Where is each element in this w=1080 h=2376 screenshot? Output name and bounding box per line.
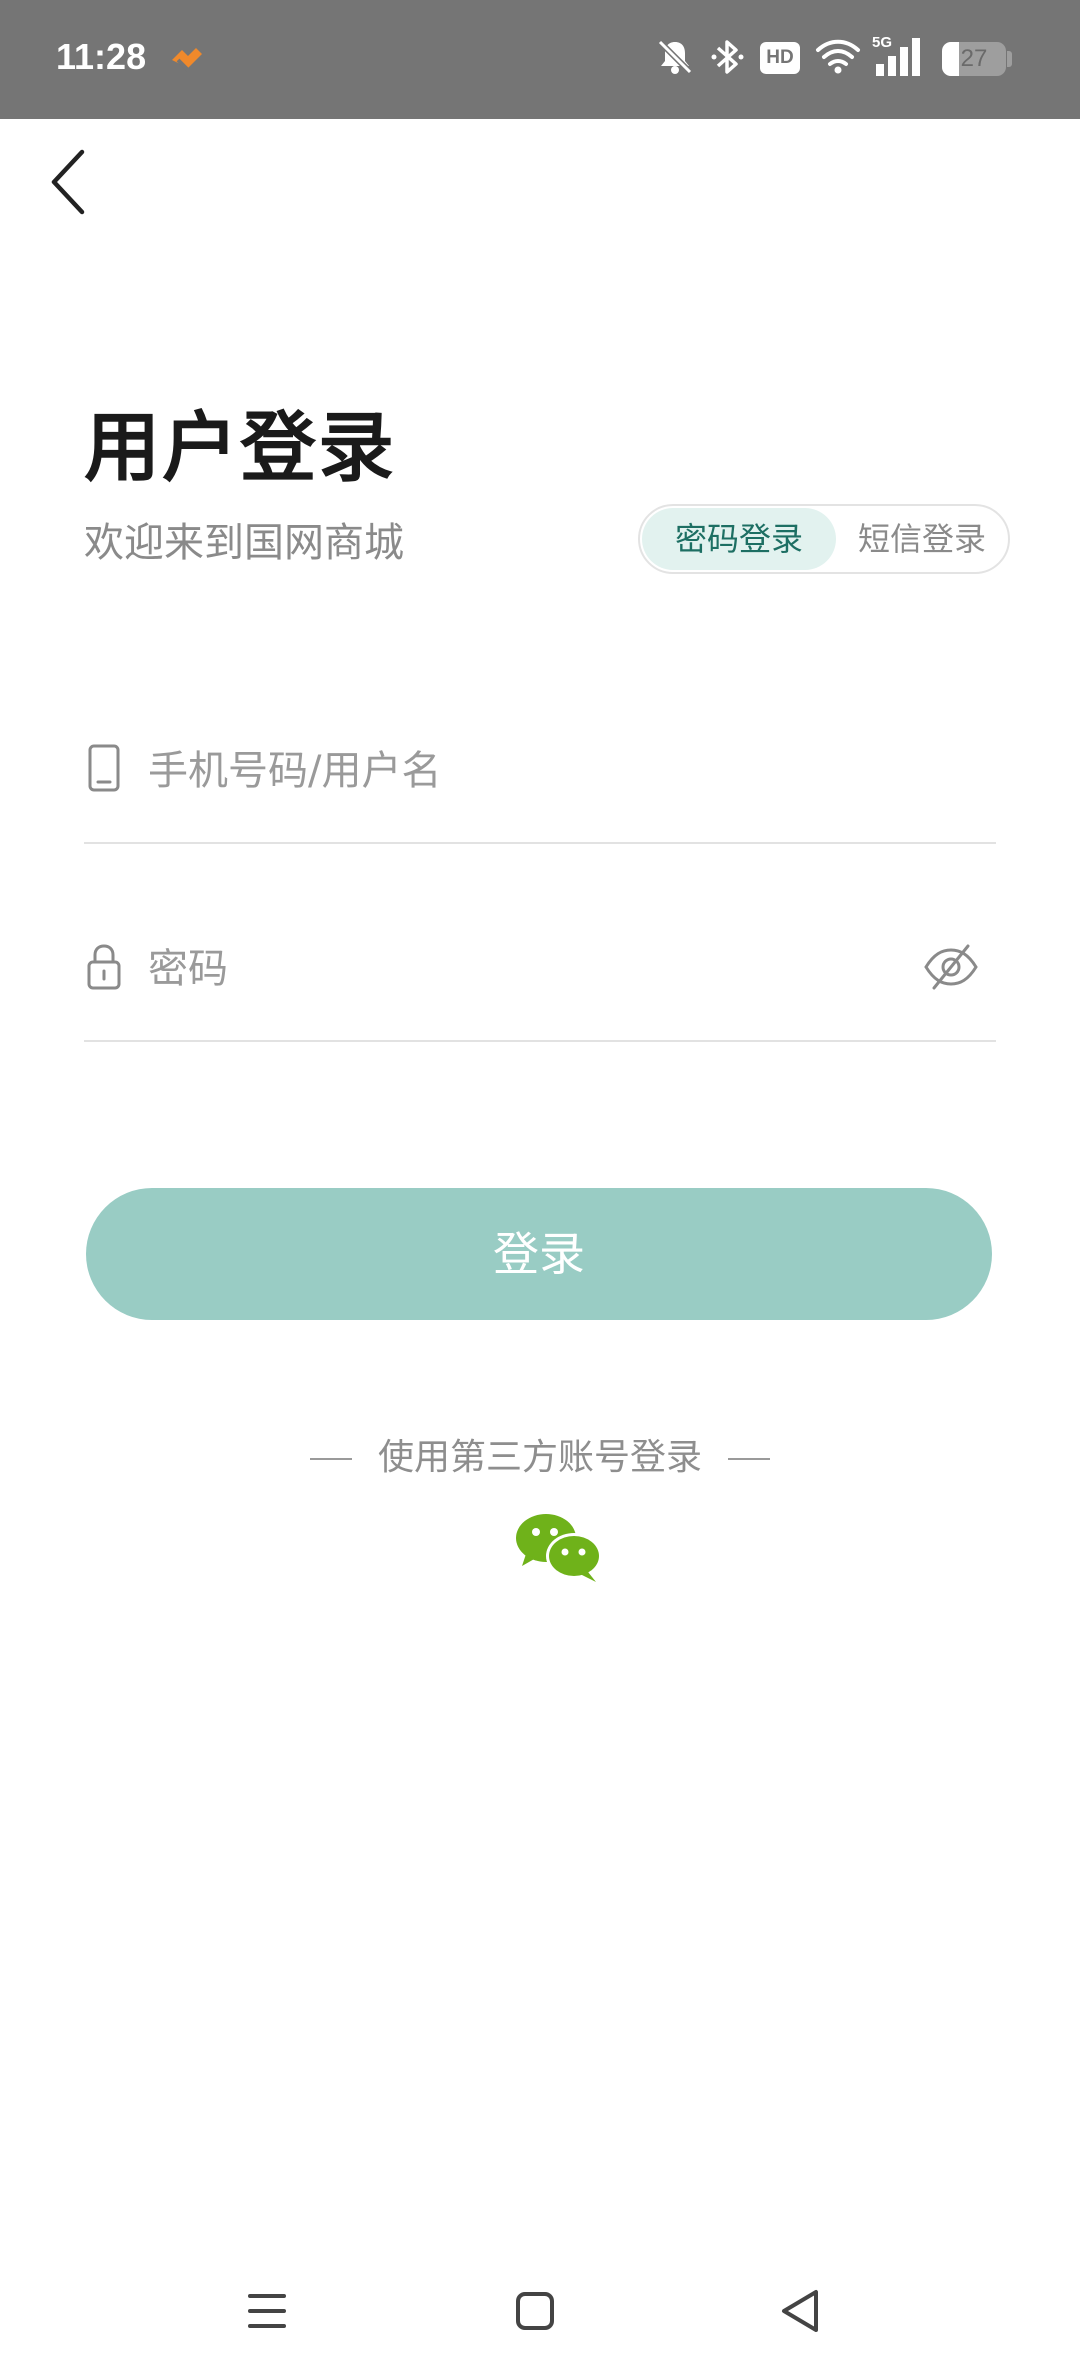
- login-button[interactable]: 登录: [86, 1188, 992, 1320]
- divider-right: [728, 1458, 770, 1460]
- page-title: 用户登录: [84, 403, 396, 492]
- menu-icon[interactable]: [232, 2276, 302, 2346]
- password-field-row: [84, 912, 996, 1042]
- page-subtitle: 欢迎来到国网商城: [84, 520, 404, 566]
- chevron-left-icon[interactable]: [40, 142, 104, 222]
- bluetooth-icon: [711, 40, 744, 74]
- system-nav-bar: [0, 2250, 1080, 2376]
- battery-level: 27: [960, 45, 988, 72]
- third-party-login: 使用第三方账号登录: [0, 1428, 1080, 1480]
- home-icon[interactable]: [500, 2276, 570, 2346]
- password-input[interactable]: [148, 934, 908, 1004]
- back-triangle-icon[interactable]: [766, 2276, 836, 2346]
- username-field-row: [84, 714, 996, 844]
- login-mode-toggle: 密码登录 短信登录: [638, 504, 1010, 574]
- battery-cap: [1007, 51, 1012, 67]
- third-party-label: 使用第三方账号登录: [377, 1437, 702, 1478]
- lock-icon: [87, 944, 121, 990]
- app-notification-icon: [172, 48, 202, 72]
- status-time: 11:28: [56, 36, 147, 77]
- eye-hidden-icon[interactable]: [922, 942, 980, 992]
- status-bar: 11:28 HD 5G 27: [0, 0, 1080, 119]
- divider-left: [309, 1458, 352, 1460]
- bell-muted-icon: [657, 39, 693, 75]
- tab-sms-login[interactable]: 短信登录: [836, 508, 1008, 570]
- wechat-icon[interactable]: [514, 1512, 606, 1584]
- battery-icon: 27: [942, 42, 1006, 76]
- phone-icon: [88, 744, 120, 792]
- signal-icon: [876, 38, 920, 76]
- hd-icon: HD: [760, 42, 800, 74]
- tab-password-login[interactable]: 密码登录: [642, 508, 836, 570]
- username-input[interactable]: [148, 736, 908, 806]
- wifi-icon: [816, 39, 860, 74]
